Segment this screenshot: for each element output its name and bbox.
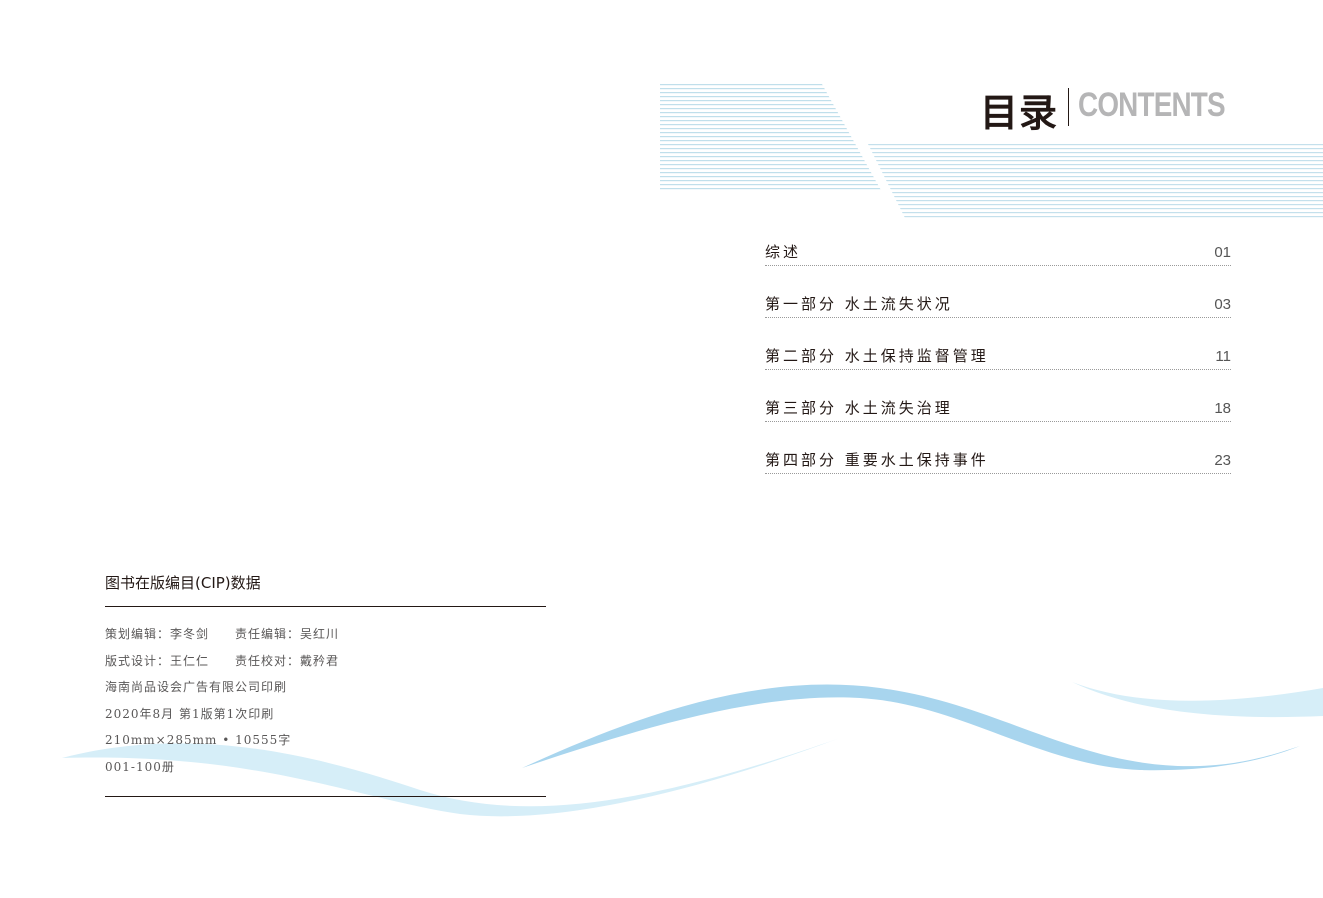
cip-title: 图书在版编目(CIP)数据 [105, 574, 261, 592]
cip-line-format: 210mm×285mm • 10555字 [105, 733, 292, 748]
cip-top-rule [105, 606, 546, 607]
cip-line-edition: 2020年8月 第1版第1次印刷 [105, 706, 275, 721]
toc-item-page: 03 [1214, 296, 1231, 313]
wave-top-right [1072, 682, 1323, 718]
toc-item-label: 第二部分 水土保持监督管理 [765, 347, 989, 365]
cip-line-editors: 策划编辑：李冬剑 责任编辑：吴红川 [105, 627, 340, 641]
contents-title-cn: 目录 [980, 91, 1059, 135]
cip-line-printer: 海南尚品设会广告有限公司印刷 [105, 680, 288, 695]
toc-item-part-4[interactable]: 第四部分 重要水土保持事件 23 [765, 446, 1231, 474]
header-stripes-right [868, 144, 1323, 218]
toc-item-part-1[interactable]: 第一部分 水土流失状况 03 [765, 290, 1231, 318]
contents-title-en: CONTENTS [1078, 86, 1226, 124]
cip-bottom-rule [105, 796, 546, 797]
toc-item-part-3[interactable]: 第三部分 水土流失治理 18 [765, 394, 1231, 422]
toc-item-label: 第一部分 水土流失状况 [765, 295, 953, 313]
title-divider [1068, 88, 1069, 126]
cip-line-copies: 001-100册 [105, 759, 175, 774]
toc-item-page: 18 [1214, 400, 1231, 417]
toc-item-label: 第四部分 重要水土保持事件 [765, 451, 989, 469]
toc-item-page: 11 [1215, 348, 1231, 365]
toc-item-page: 23 [1214, 452, 1231, 469]
table-of-contents: 综述 01 第一部分 水土流失状况 03 第二部分 水土保持监督管理 11 第三… [765, 238, 1231, 498]
toc-item-label: 第三部分 水土流失治理 [765, 399, 953, 417]
toc-item-page: 01 [1214, 244, 1231, 261]
wave-dark [522, 684, 1300, 771]
header-stripes-left [660, 84, 882, 192]
cip-line-design: 版式设计：王仁仁 责任校对：戴矜君 [105, 653, 340, 668]
cip-lines: 策划编辑：李冬剑 责任编辑：吴红川 版式设计：王仁仁 责任校对：戴矜君 海南尚品… [105, 624, 339, 784]
toc-item-overview[interactable]: 综述 01 [765, 238, 1231, 266]
toc-item-part-2[interactable]: 第二部分 水土保持监督管理 11 [765, 342, 1231, 370]
toc-item-label: 综述 [765, 243, 802, 261]
